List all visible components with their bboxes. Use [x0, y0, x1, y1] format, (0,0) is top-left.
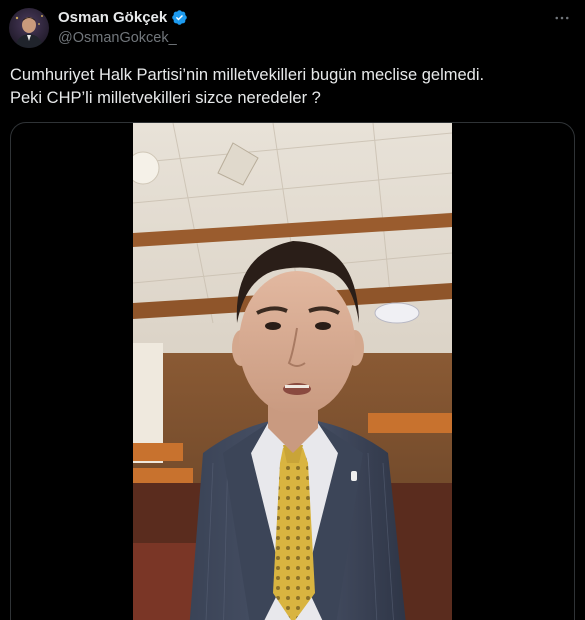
tweet-card: Osman Gökçek @OsmanGokcek_ Cumhuriyet Ha…: [0, 0, 585, 620]
tweet-text-line: Cumhuriyet Halk Partisi’nin milletvekill…: [10, 66, 485, 84]
author-display-name[interactable]: Osman Gökçek: [58, 9, 167, 26]
more-horizontal-icon: [555, 16, 569, 20]
avatar-image: [9, 8, 49, 48]
more-options-button[interactable]: [551, 8, 573, 28]
verified-badge-icon: [171, 9, 188, 26]
author-avatar[interactable]: [9, 8, 49, 48]
tweet-text: Cumhuriyet Halk Partisi’nin milletvekill…: [10, 64, 570, 110]
video-frame-image: [133, 123, 452, 620]
tweet-text-line: Peki CHP’li milletvekilleri sizce nerede…: [10, 89, 321, 107]
media-video[interactable]: [10, 122, 575, 620]
video-thumbnail: [133, 123, 452, 620]
author-name-row: Osman Gökçek: [58, 9, 188, 26]
author-handle[interactable]: @OsmanGokcek_: [58, 30, 177, 46]
